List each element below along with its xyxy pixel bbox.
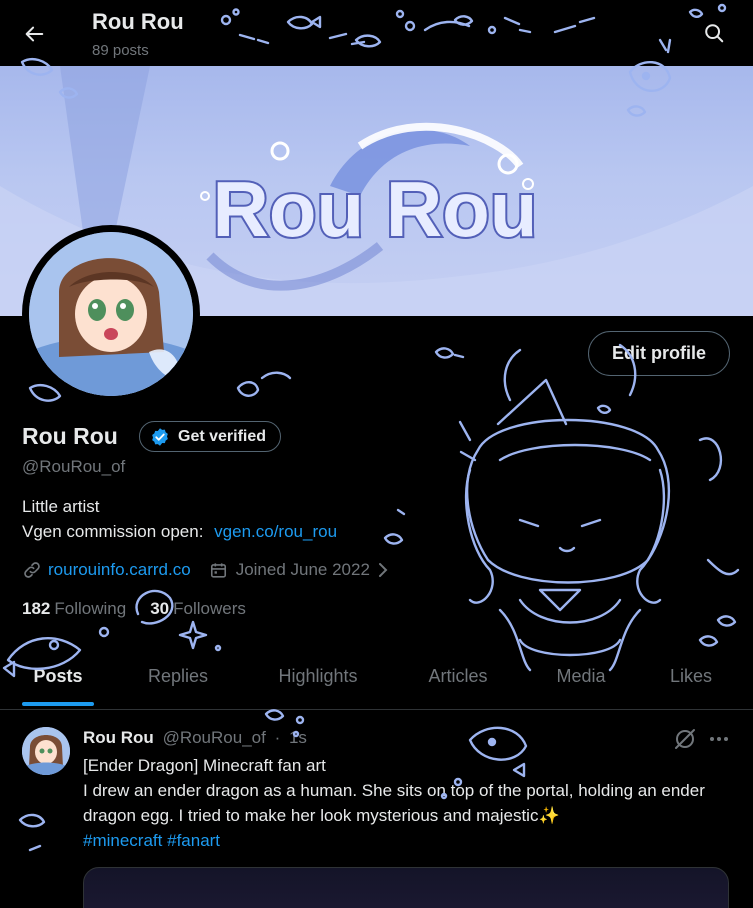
header-post-count: 89 posts <box>92 42 149 59</box>
tab-posts-label: Posts <box>33 665 83 686</box>
post-author-handle[interactable]: @RouRou_of <box>163 728 266 747</box>
tab-likes[interactable]: Likes <box>629 644 753 708</box>
get-verified-label: Get verified <box>178 427 267 445</box>
hashtag-minecraft[interactable]: #minecraft <box>83 831 162 850</box>
banner-logo-text: Rou Rou <box>213 165 538 253</box>
post-hashtags: #minecraft #fanart <box>83 828 738 853</box>
profile-avatar[interactable] <box>29 232 193 396</box>
post-separator-dot: · <box>274 728 281 747</box>
tab-articles-label: Articles <box>428 665 488 686</box>
link-icon <box>24 562 40 578</box>
post-author-name[interactable]: Rou Rou <box>83 728 154 747</box>
profile-handle: @RouRou_of <box>22 457 126 476</box>
post-text: [Ender Dragon] Minecraft fan art I drew … <box>83 753 738 853</box>
tab-highlights-label: Highlights <box>278 665 358 686</box>
post-header: Rou Rou @RouRou_of · 1s <box>83 728 307 748</box>
profile-tabs: Posts Replies Highlights Articles Media … <box>0 644 753 710</box>
post-avatar-art <box>22 727 70 775</box>
following-link[interactable]: 182 Following <box>22 599 126 619</box>
search-icon <box>705 24 724 43</box>
profile-page: Rou Rou 89 posts Rou Rou Edit profile Ro… <box>0 0 753 908</box>
more-horizontal-icon <box>710 737 728 741</box>
profile-meta: rourouinfo.carrd.co Joined June 2022 <box>22 560 390 580</box>
calendar-icon <box>210 562 226 578</box>
tab-replies[interactable]: Replies <box>103 644 253 708</box>
post-media-image[interactable] <box>83 867 729 908</box>
chevron-right-icon[interactable] <box>376 561 390 579</box>
followers-link[interactable]: 30 Followers <box>150 599 246 619</box>
following-count: 182 <box>22 599 51 618</box>
followers-count: 30 <box>150 599 170 618</box>
post-more-button[interactable] <box>706 726 732 752</box>
tab-articles[interactable]: Articles <box>383 644 533 708</box>
tab-replies-label: Replies <box>147 665 209 686</box>
hashtag-fanart[interactable]: #fanart <box>167 831 220 850</box>
joined-date: Joined June 2022 <box>235 560 370 579</box>
avatar-art <box>29 232 193 396</box>
bio-commission-link[interactable]: vgen.co/rou_rou <box>214 522 337 541</box>
back-button[interactable] <box>14 14 54 54</box>
post-timestamp[interactable]: 1s <box>289 728 307 747</box>
bio-line-1: Little artist <box>22 497 100 516</box>
search-button[interactable] <box>697 16 731 50</box>
top-bar: Rou Rou 89 posts <box>0 0 753 66</box>
post-line-2: I drew an ender dragon as a human. She s… <box>83 781 705 825</box>
tab-posts[interactable]: Posts <box>13 644 103 708</box>
header-name: Rou Rou <box>92 9 184 34</box>
verified-badge-icon <box>152 427 168 446</box>
follow-stats: 182 Following 30 Followers <box>22 599 270 619</box>
edit-profile-button[interactable]: Edit profile <box>588 331 730 376</box>
arrow-left-icon <box>25 26 44 42</box>
following-label: Following <box>54 599 127 618</box>
bio-line-2: Vgen commission open: vgen.co/rou_rou <box>22 522 337 542</box>
post-item[interactable]: Rou Rou @RouRou_of · 1s [Ender Dragon] M… <box>0 711 753 908</box>
tab-likes-label: Likes <box>669 665 713 686</box>
tab-media[interactable]: Media <box>533 644 629 708</box>
website-link[interactable]: rourouinfo.carrd.co <box>48 560 191 580</box>
bio-commission-text: Vgen commission open: <box>22 522 204 541</box>
grok-icon[interactable] <box>672 726 698 752</box>
tab-active-indicator <box>22 702 94 706</box>
post-line-1: [Ender Dragon] Minecraft fan art <box>83 756 326 775</box>
tab-highlights[interactable]: Highlights <box>253 644 383 708</box>
get-verified-button[interactable]: Get verified <box>139 421 282 452</box>
followers-label: Followers <box>173 599 246 618</box>
post-avatar[interactable] <box>22 727 70 775</box>
tab-media-label: Media <box>556 665 606 686</box>
profile-display-name: Rou Rou <box>22 423 118 449</box>
